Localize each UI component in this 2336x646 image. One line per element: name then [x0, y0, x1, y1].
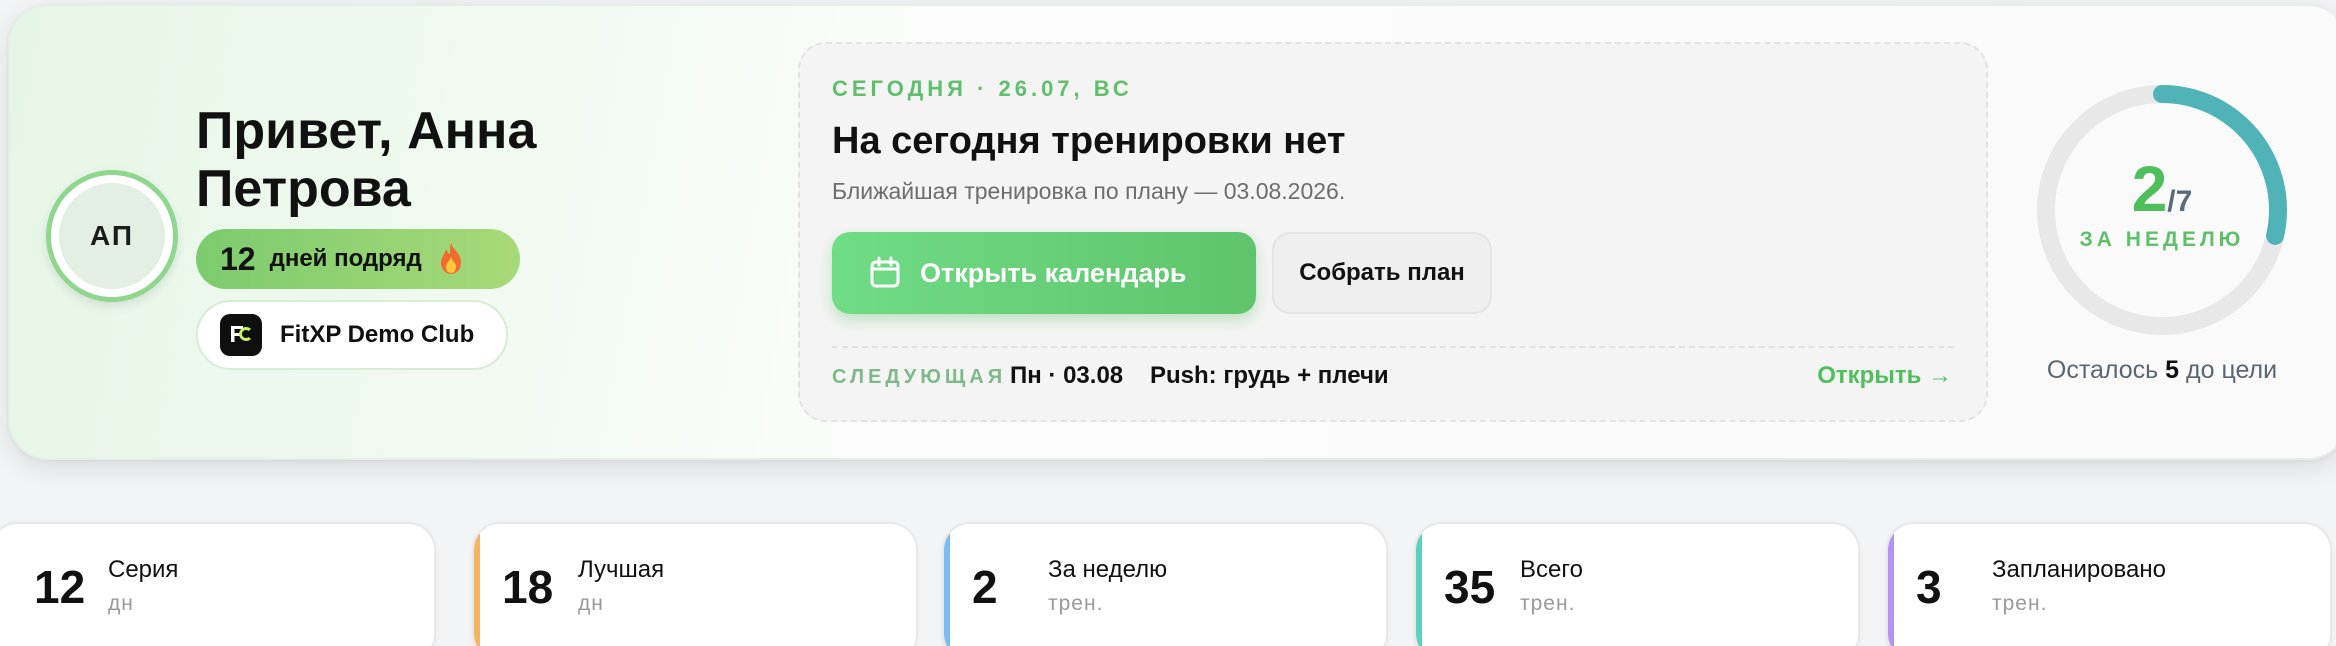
stat-card-best[interactable]: 18 Лучшая дн	[472, 522, 918, 646]
remaining-prefix: Осталось	[2046, 356, 2166, 384]
avatar[interactable]: АП	[46, 170, 178, 302]
stat-value: 3	[1916, 561, 1942, 613]
streak-count: 12	[220, 240, 256, 277]
stat-accent	[944, 524, 950, 646]
streak-badge: 12 дней подряд	[196, 229, 520, 289]
stat-unit: трен.	[1520, 592, 1576, 615]
weekly-count: 2/7	[2030, 152, 2294, 226]
calendar-icon	[870, 256, 900, 288]
divider	[832, 346, 1954, 348]
avatar-initials: АП	[59, 183, 165, 289]
fire-icon	[440, 243, 461, 274]
open-next-workout-link[interactable]: Открыть →	[1817, 362, 1952, 390]
remaining-suffix: до цели	[2179, 356, 2278, 384]
stat-card-week[interactable]: 2 За неделю трен.	[942, 522, 1388, 646]
open-calendar-label: Открыть календарь	[920, 257, 1187, 288]
stat-accent	[474, 524, 480, 646]
stat-unit: трен.	[1048, 592, 1104, 615]
stat-unit: дн	[578, 592, 604, 615]
remaining-value: 5	[2165, 356, 2180, 384]
weekly-done: 2	[2131, 153, 2168, 225]
weekly-progress-ring: 2/7 ЗА НЕДЕЛЮ	[2030, 78, 2294, 342]
stat-value: 2	[972, 561, 998, 613]
stat-card-planned[interactable]: 3 Запланировано трен.	[1886, 522, 2332, 646]
next-workout-name: Push: грудь + плечи	[1150, 362, 1389, 389]
stat-label: Серия	[108, 556, 179, 583]
greeting-title: Привет, Анна Петрова	[196, 102, 537, 218]
stat-card-total[interactable]: 35 Всего трен.	[1414, 522, 1860, 646]
remaining-to-goal: Осталось 5 до цели	[2002, 356, 2322, 385]
stat-accent	[1888, 524, 1894, 646]
stat-value: 35	[1444, 561, 1496, 613]
today-date-label: СЕГОДНЯ · 26.07, ВС	[832, 76, 1133, 101]
stat-unit: трен.	[1992, 592, 2048, 615]
stat-label: За неделю	[1048, 556, 1168, 583]
stat-value: 18	[502, 561, 554, 613]
build-plan-button[interactable]: Собрать план	[1272, 232, 1492, 314]
next-workout-label: СЛЕДУЮЩАЯ	[832, 366, 1007, 388]
stat-unit: дн	[108, 592, 134, 615]
stat-label: Всего	[1520, 556, 1583, 583]
streak-text: дней подряд	[269, 245, 422, 272]
stat-value: 12	[34, 561, 86, 613]
today-title: На сегодня тренировки нет	[832, 120, 1346, 162]
today-panel: СЕГОДНЯ · 26.07, ВС На сегодня тренировк…	[798, 42, 1988, 422]
stat-label: Лучшая	[578, 556, 665, 583]
stat-label: Запланировано	[1992, 556, 2166, 583]
club-badge[interactable]: FitXP Demo Club	[196, 300, 508, 370]
stat-accent	[1416, 524, 1422, 646]
weekly-total: /7	[2167, 185, 2193, 218]
open-calendar-button[interactable]: Открыть календарь	[832, 232, 1256, 314]
club-logo-icon	[220, 314, 262, 356]
next-workout-date: Пн · 03.08	[1010, 362, 1124, 389]
today-subtitle: Ближайшая тренировка по плану — 03.08.20…	[832, 178, 1346, 204]
club-name: FitXP Demo Club	[280, 321, 475, 348]
stat-card-series[interactable]: 12 Серия дн	[0, 522, 436, 646]
weekly-label: ЗА НЕДЕЛЮ	[2079, 228, 2245, 251]
